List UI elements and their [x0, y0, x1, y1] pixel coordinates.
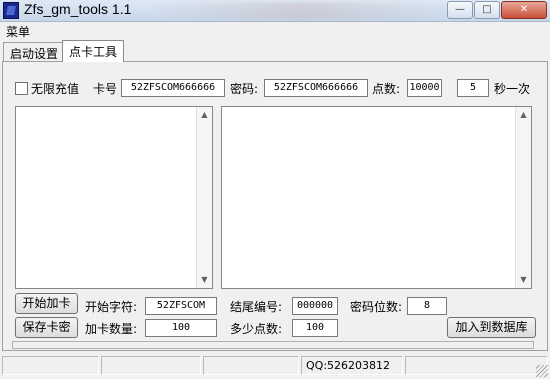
- end-number-label: 结尾编号:: [230, 300, 283, 314]
- status-panel-1: [2, 356, 99, 375]
- start-char-field[interactable]: 52ZFSCOM: [145, 297, 217, 315]
- add-count-label: 加卡数量:: [85, 322, 138, 336]
- tab-strip: 启动设置 点卡工具: [0, 40, 550, 62]
- status-panel-qq: QQ:526203812: [301, 356, 403, 375]
- scroll-down-icon[interactable]: ▼: [516, 272, 531, 288]
- tab-startup-settings[interactable]: 启动设置: [3, 42, 66, 62]
- left-list-scrollbar[interactable]: ▲ ▼: [196, 107, 212, 288]
- progress-bar: [12, 341, 534, 349]
- start-char-label: 开始字符:: [85, 300, 138, 314]
- password-field[interactable]: 52ZFSCOM666666: [264, 79, 368, 97]
- status-bar: QQ:526203812: [0, 354, 550, 379]
- maximize-button[interactable]: □: [474, 1, 500, 19]
- start-add-card-button[interactable]: 开始加卡: [15, 293, 78, 314]
- password-digits-field[interactable]: 8: [407, 297, 447, 315]
- minimize-button[interactable]: —: [447, 1, 473, 19]
- unlimited-recharge-label: 无限充值: [31, 82, 80, 96]
- interval-label: 秒一次: [494, 82, 531, 96]
- password-digits-label: 密码位数:: [350, 300, 403, 314]
- card-number-label: 卡号: [93, 82, 118, 96]
- title-bar: Zfs_gm_tools 1.1 — □ ✕: [0, 0, 550, 22]
- points-count-field[interactable]: 100: [292, 319, 338, 337]
- add-to-database-button[interactable]: 加入到数据库: [447, 317, 536, 338]
- save-card-button[interactable]: 保存卡密: [15, 317, 78, 338]
- card-list-right[interactable]: ▲ ▼: [221, 106, 532, 289]
- unlimited-recharge-checkbox[interactable]: [15, 82, 28, 95]
- status-panel-5: [405, 356, 548, 375]
- menu-item-main[interactable]: 菜单: [6, 23, 30, 40]
- interval-field[interactable]: 5: [457, 79, 489, 97]
- blurred-background: [150, 2, 450, 20]
- card-tools-panel: 无限充值 卡号 52ZFSCOM666666 密码: 52ZFSCOM66666…: [2, 61, 548, 351]
- app-icon: [3, 2, 19, 19]
- points-count-label: 多少点数:: [230, 322, 283, 336]
- scroll-down-icon[interactable]: ▼: [197, 272, 212, 288]
- scroll-up-icon[interactable]: ▲: [516, 107, 531, 123]
- scroll-up-icon[interactable]: ▲: [197, 107, 212, 123]
- close-button[interactable]: ✕: [501, 1, 547, 19]
- add-count-field[interactable]: 100: [145, 319, 217, 337]
- menu-bar: 菜单: [0, 22, 550, 40]
- card-list-left[interactable]: ▲ ▼: [15, 106, 213, 289]
- points-label: 点数:: [372, 82, 401, 96]
- password-label: 密码:: [230, 82, 259, 96]
- window-title: Zfs_gm_tools 1.1: [24, 1, 132, 17]
- tab-card-tools[interactable]: 点卡工具: [62, 40, 125, 62]
- status-panel-3: [203, 356, 299, 375]
- resize-grip-icon[interactable]: [536, 365, 548, 377]
- status-panel-2: [101, 356, 201, 375]
- points-field[interactable]: 10000: [407, 79, 442, 97]
- right-list-scrollbar[interactable]: ▲ ▼: [515, 107, 531, 288]
- card-number-field[interactable]: 52ZFSCOM666666: [121, 79, 225, 97]
- end-number-field[interactable]: 000000: [292, 297, 338, 315]
